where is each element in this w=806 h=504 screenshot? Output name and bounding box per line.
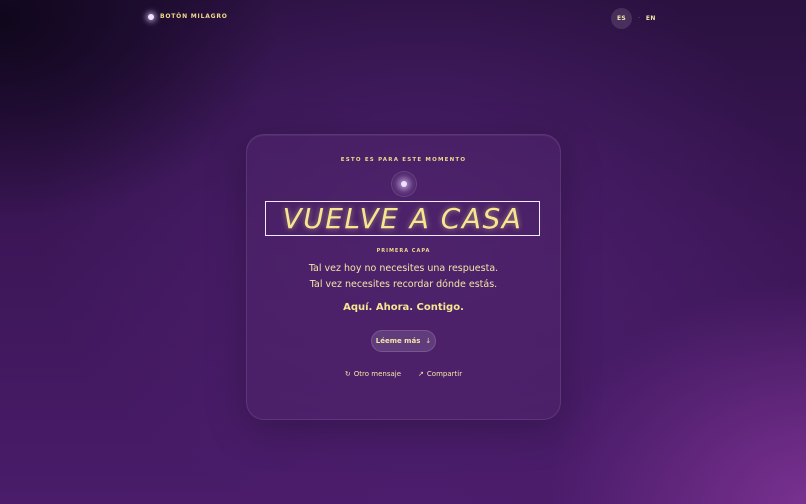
message-title: VUELVE A CASA bbox=[282, 202, 523, 235]
read-more-button[interactable]: Léeme más ↓ bbox=[371, 330, 436, 352]
other-message-button[interactable]: ↻ Otro mensaje bbox=[345, 370, 401, 378]
share-button[interactable]: ↗ Compartir bbox=[418, 370, 462, 378]
language-separator: · bbox=[638, 15, 640, 22]
layer-label: PRIMERA CAPA bbox=[376, 248, 431, 254]
language-es-button[interactable]: ES bbox=[611, 8, 632, 29]
message-line-1: Tal vez hoy no necesites una respuesta. bbox=[308, 263, 499, 274]
share-label: Compartir bbox=[426, 370, 463, 378]
card-actions: ↻ Otro mensaje ↗ Compartir bbox=[247, 370, 560, 378]
read-more-label: Léeme más bbox=[375, 337, 421, 345]
title-frame: VUELVE A CASA bbox=[265, 201, 540, 236]
brand-label: BOTÓN MILAGRO bbox=[160, 13, 228, 20]
other-message-label: Otro mensaje bbox=[353, 370, 402, 378]
refresh-icon: ↻ bbox=[344, 370, 351, 378]
glow-dot-icon bbox=[148, 13, 154, 20]
message-card: ESTO ES PARA ESTE MOMENTO VUELVE A CASA … bbox=[246, 134, 561, 420]
message-emphasis: Aquí. Ahora. Contigo. bbox=[343, 302, 464, 313]
brand[interactable]: BOTÓN MILAGRO bbox=[148, 13, 228, 20]
card-eyebrow: ESTO ES PARA ESTE MOMENTO bbox=[340, 157, 467, 163]
arrow-down-icon: ↓ bbox=[425, 337, 432, 345]
language-en-button[interactable]: EN bbox=[646, 15, 656, 22]
share-arrow-icon: ↗ bbox=[418, 370, 424, 378]
glow-orb-icon bbox=[391, 171, 417, 197]
language-switcher: ES · EN bbox=[611, 8, 656, 29]
message-line-2: Tal vez necesites recordar dónde estás. bbox=[309, 279, 498, 290]
